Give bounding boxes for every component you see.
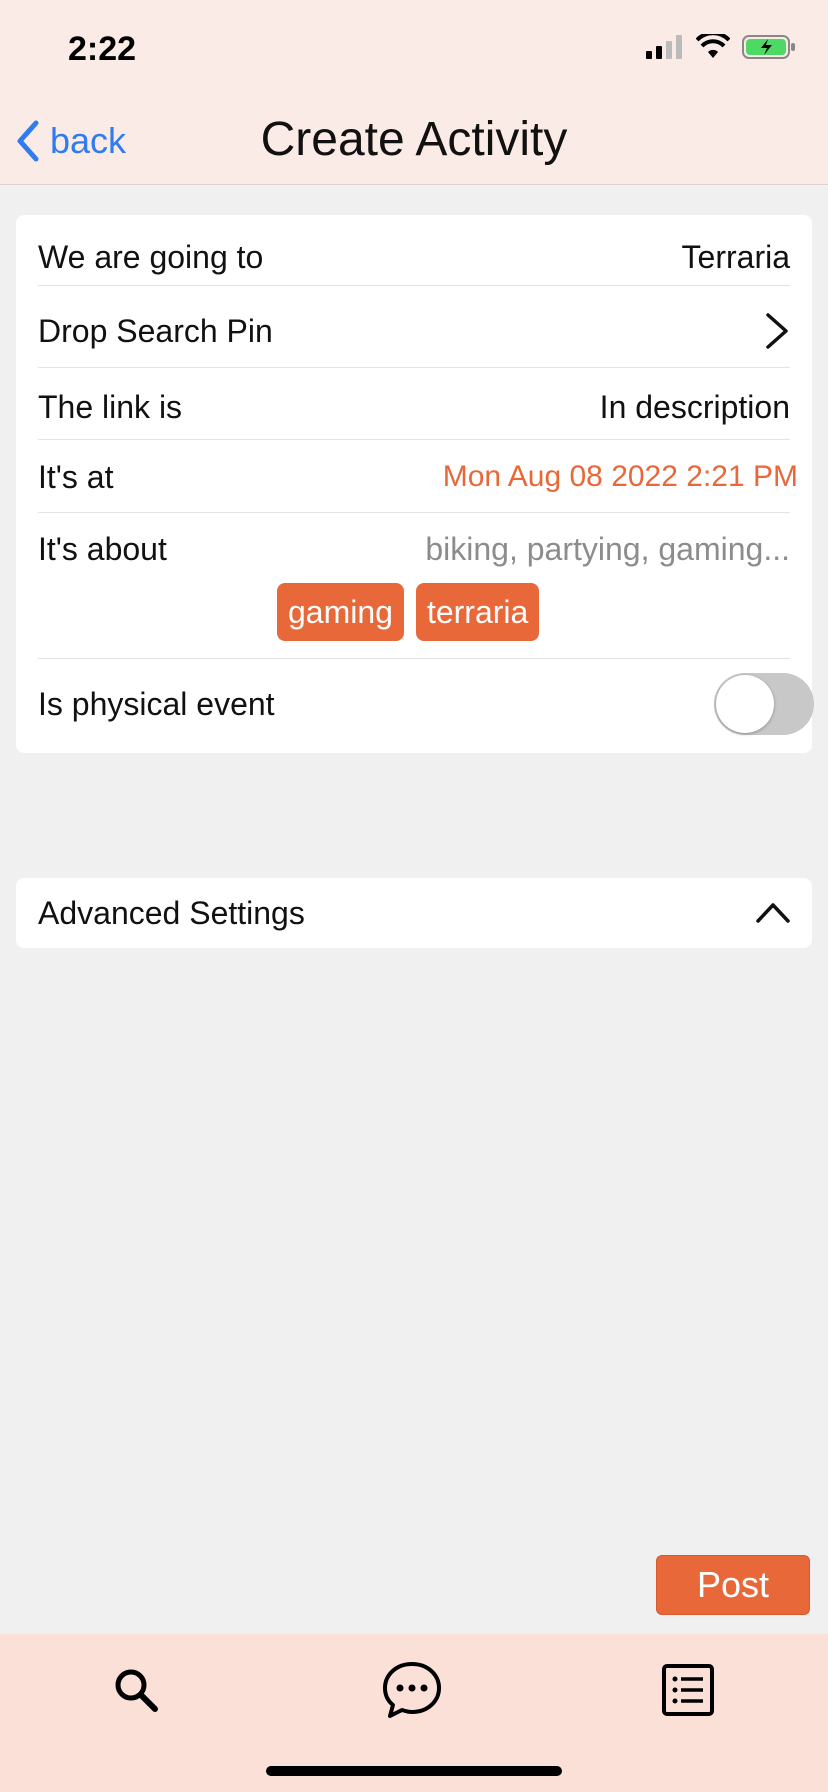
going-to-row[interactable]: We are going to Terraria xyxy=(38,235,790,279)
physical-event-label: Is physical event xyxy=(38,685,275,722)
link-value[interactable]: In description xyxy=(600,389,790,426)
status-icons xyxy=(646,34,796,60)
about-input[interactable]: biking, partying, gaming... xyxy=(425,531,790,568)
status-time: 2:22 xyxy=(68,30,137,68)
physical-event-toggle[interactable] xyxy=(714,673,814,735)
about-row[interactable]: It's about biking, partying, gaming... xyxy=(38,527,790,571)
advanced-settings-row[interactable]: Advanced Settings xyxy=(38,891,790,935)
list-icon xyxy=(662,1664,714,1716)
drop-search-pin-label: Drop Search Pin xyxy=(38,312,273,349)
chat-icon xyxy=(383,1662,441,1718)
datetime-value[interactable]: Mon Aug 08 2022 2:21 PM xyxy=(443,460,798,494)
page-title: Create Activity xyxy=(260,113,568,166)
divider xyxy=(38,285,790,286)
link-row[interactable]: The link is In description xyxy=(38,385,790,429)
advanced-settings-card[interactable]: Advanced Settings xyxy=(16,878,812,948)
tag-chip[interactable]: gaming xyxy=(277,583,404,641)
datetime-row[interactable]: It's at Mon Aug 08 2022 2:21 PM xyxy=(38,455,798,499)
search-icon xyxy=(115,1669,158,1712)
link-label: The link is xyxy=(38,388,183,425)
tag-chip[interactable]: terraria xyxy=(415,583,540,641)
drop-search-pin-row[interactable]: Drop Search Pin xyxy=(38,309,790,353)
post-button[interactable]: Post xyxy=(656,1555,810,1615)
going-to-label: We are going to xyxy=(38,238,264,275)
battery-icon xyxy=(742,35,795,59)
divider xyxy=(38,439,790,440)
about-label: It's about xyxy=(38,530,167,567)
going-to-value[interactable]: Terraria xyxy=(682,239,790,276)
tab-bar xyxy=(0,1634,828,1792)
home-indicator xyxy=(266,1766,562,1776)
chevron-right-icon xyxy=(766,313,788,349)
activity-form-card: We are going to Terraria Drop Search Pin… xyxy=(16,215,814,753)
advanced-settings-label: Advanced Settings xyxy=(38,894,305,931)
divider xyxy=(38,367,790,368)
signal-icon xyxy=(646,35,682,59)
tab-chat[interactable] xyxy=(376,1654,448,1726)
wifi-icon xyxy=(696,34,730,58)
toggle-knob xyxy=(716,675,774,733)
chevron-up-icon xyxy=(756,903,790,923)
divider xyxy=(38,658,790,659)
tag-list: gaming terraria xyxy=(277,583,540,641)
status-bar: 2:22 xyxy=(0,0,828,100)
tab-search[interactable] xyxy=(100,1654,172,1726)
navigation-bar: back Create Activity xyxy=(0,100,828,185)
datetime-label: It's at xyxy=(38,458,114,495)
physical-event-row: Is physical event xyxy=(38,673,814,735)
divider xyxy=(38,512,790,513)
tab-list[interactable] xyxy=(652,1654,724,1726)
